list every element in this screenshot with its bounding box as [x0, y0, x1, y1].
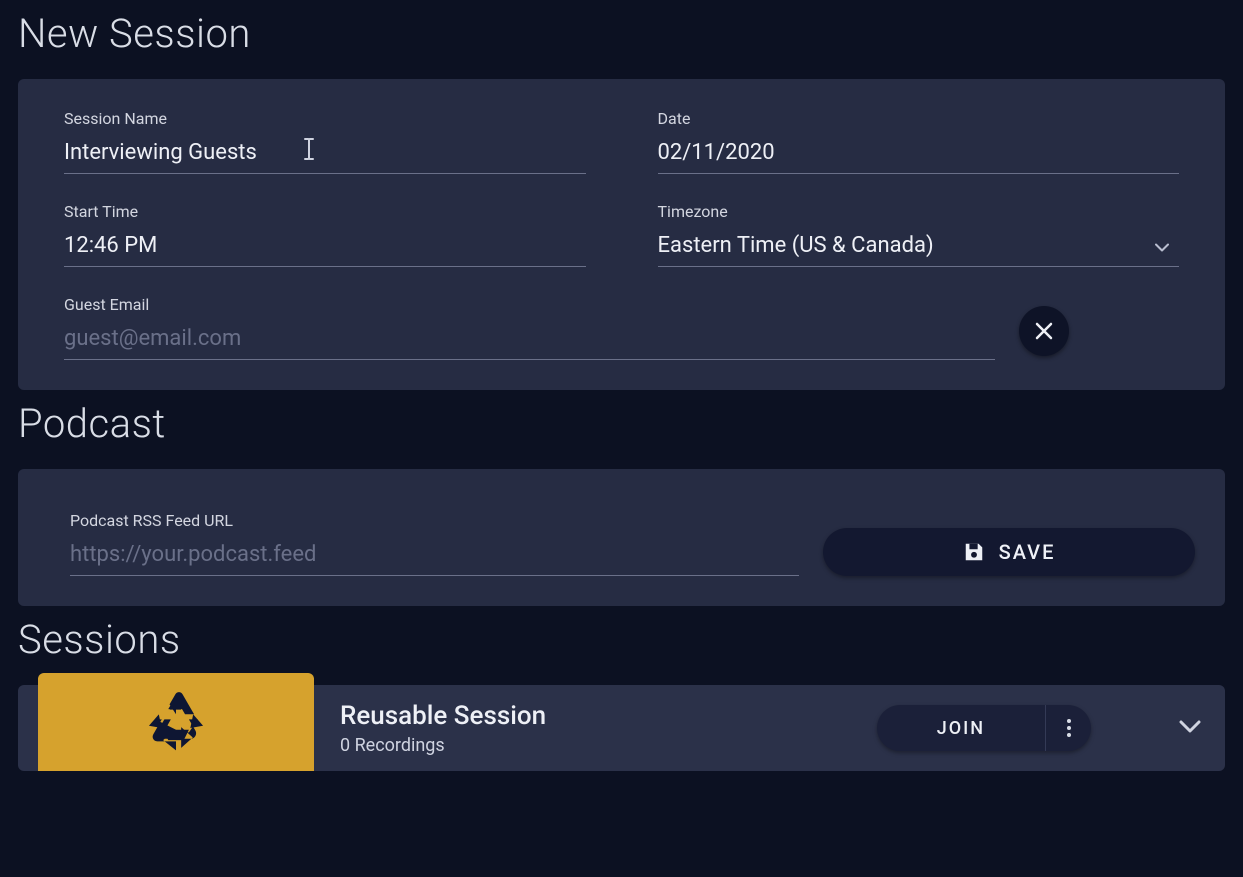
join-button-group: JOIN — [877, 705, 1091, 751]
field-rss-url: Podcast RSS Feed URL — [48, 511, 799, 576]
label-date: Date — [658, 109, 1180, 128]
select-timezone[interactable] — [658, 227, 1180, 267]
field-session-name: Session Name — [44, 109, 606, 174]
session-title: Reusable Session — [340, 701, 546, 731]
heading-new-session: New Session — [18, 10, 1225, 57]
field-guest-email: Guest Email — [44, 295, 995, 360]
session-subtitle: 0 Recordings — [340, 735, 546, 756]
label-rss-url: Podcast RSS Feed URL — [70, 511, 799, 530]
close-icon — [1034, 321, 1054, 341]
podcast-card: Podcast RSS Feed URL SAVE — [18, 469, 1225, 606]
label-guest-email: Guest Email — [64, 295, 995, 314]
field-start-time: Start Time — [44, 202, 606, 267]
expand-session-button[interactable] — [1179, 719, 1201, 738]
field-timezone: Timezone — [638, 202, 1200, 267]
more-vertical-icon — [1066, 718, 1072, 738]
heading-sessions: Sessions — [18, 616, 1225, 663]
label-start-time: Start Time — [64, 202, 586, 221]
session-row: Reusable Session 0 Recordings JOIN — [18, 685, 1225, 771]
label-session-name: Session Name — [64, 109, 586, 128]
save-icon — [963, 541, 985, 563]
input-guest-email[interactable] — [64, 320, 995, 360]
input-start-time[interactable] — [64, 227, 586, 267]
save-button[interactable]: SAVE — [823, 528, 1195, 576]
input-session-name[interactable] — [64, 134, 586, 174]
new-session-card: Session Name Date Start Time Timezone — [18, 79, 1225, 390]
session-thumbnail — [38, 673, 314, 771]
input-rss-url[interactable] — [70, 536, 799, 576]
chevron-down-icon — [1179, 720, 1201, 734]
label-timezone: Timezone — [658, 202, 1180, 221]
save-button-label: SAVE — [999, 540, 1056, 564]
join-button[interactable]: JOIN — [877, 705, 1045, 751]
field-date: Date — [638, 109, 1200, 174]
heading-podcast: Podcast — [18, 400, 1225, 447]
clear-guest-button[interactable] — [1019, 306, 1069, 356]
join-button-label: JOIN — [937, 718, 985, 739]
session-menu-button[interactable] — [1045, 705, 1091, 751]
input-date[interactable] — [658, 134, 1180, 174]
recycle-icon — [145, 691, 207, 753]
